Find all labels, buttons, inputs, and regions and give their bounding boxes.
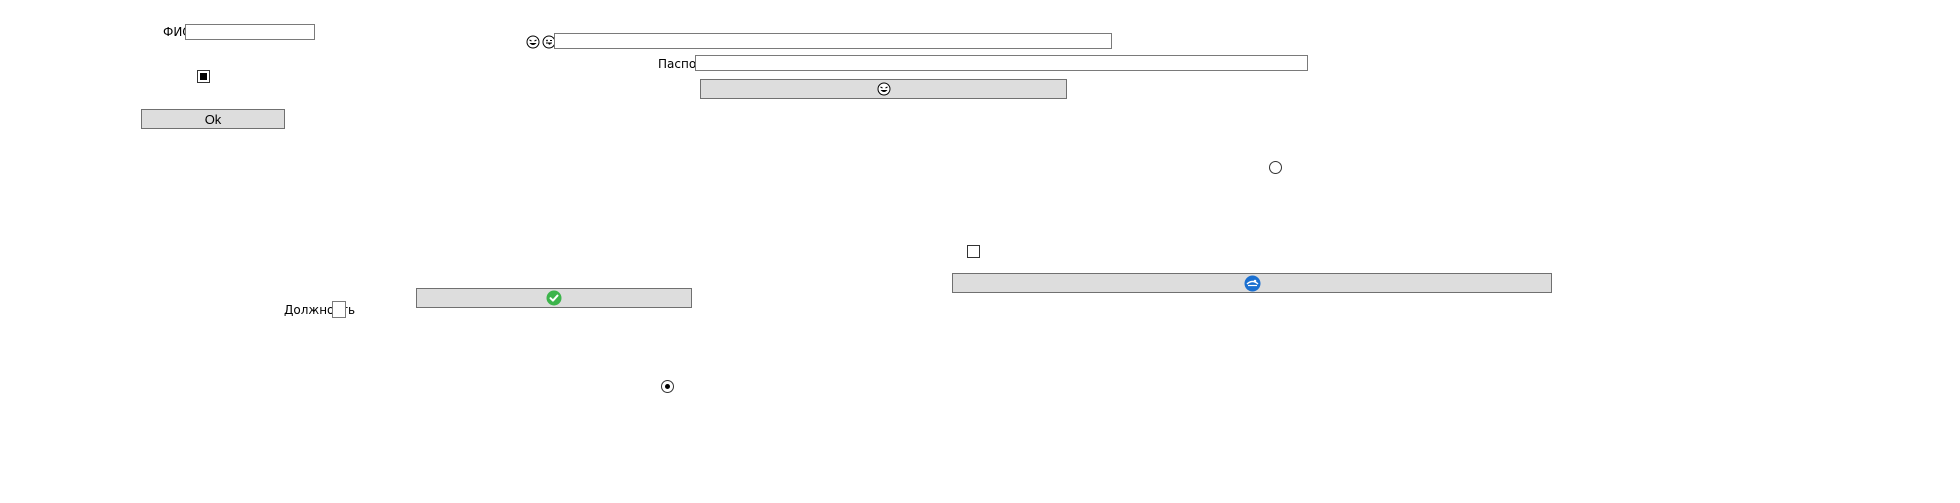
dolzhnost-input[interactable] (332, 301, 346, 318)
blue-circle-icon (1244, 275, 1260, 291)
passport-input[interactable] (695, 55, 1308, 71)
laughing-face-icon (877, 82, 890, 96)
ok-button[interactable]: Ok (141, 109, 285, 129)
right-radio[interactable] (1269, 161, 1282, 174)
smiley-button[interactable] (700, 79, 1067, 99)
bottom-radio[interactable] (661, 380, 674, 393)
laughing-face-icon[interactable] (526, 35, 540, 52)
right-checkbox[interactable] (967, 245, 980, 258)
fio-input[interactable] (185, 24, 315, 40)
blue-icon-button[interactable] (952, 273, 1552, 293)
green-check-circle-icon (546, 290, 562, 306)
top-checkbox[interactable] (197, 70, 210, 83)
top-long-input[interactable] (554, 33, 1112, 49)
confirm-button[interactable] (416, 288, 692, 308)
